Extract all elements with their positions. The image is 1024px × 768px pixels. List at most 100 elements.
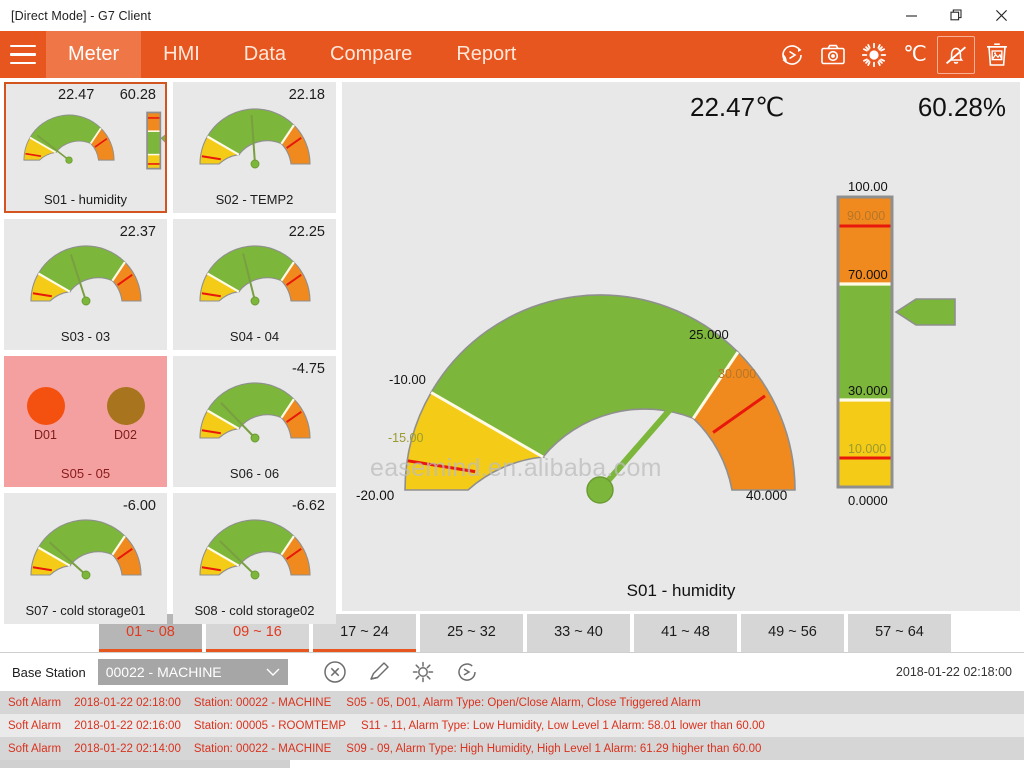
status-bar: Base Station 00022 - MACHINE [0,653,1024,691]
delete-image-icon-glyph [986,43,1008,67]
sync-icon[interactable] [454,659,480,685]
sensor-card-3-body [6,221,165,330]
sensor-1-bar-svg [142,109,167,171]
status-led-d01 [27,387,65,425]
main-linear-bar-gauge: 100.00 90.000 70.000 30.000 10.000 0.000… [820,177,980,522]
camera-icon[interactable] [814,36,852,74]
radial-gauge-svg: -20.00 -10.00 -15.00 25.000 30.000 40.00… [342,112,862,612]
bar-label-hi-alarm: 90.000 [847,209,885,223]
bar-label-hi-ok: 70.000 [848,267,888,282]
mini-gauge-holder [180,371,330,462]
alarm-severity: Soft Alarm [8,697,61,709]
sensor-1-radial [7,105,130,180]
nav-tab-meter[interactable]: Meter [46,31,141,78]
mini-gauge-holder [4,97,167,188]
sensor-card-3[interactable]: 22.37 S03 - 03 [4,219,167,350]
horizontal-scrollbar[interactable] [0,760,1024,768]
sensor-card-7[interactable]: -6.00 S07 - cold storage01 [4,493,167,624]
sensor-card-6-body [175,358,334,467]
cancel-icon[interactable] [322,659,348,685]
sensor-3-hub [82,297,90,305]
sensor-8-radial [180,508,330,599]
brightness-icon[interactable] [855,36,893,74]
sensor-card-2-body [175,84,334,193]
alarm-station: Station: 00022 - MACHINE [194,743,331,755]
mini-gauge-holder [11,508,161,599]
digital-indicator-D01: D01 [27,387,65,442]
hamburger-menu-icon[interactable] [0,31,46,78]
sensor-card-1-body [6,84,165,193]
minimize-button[interactable] [889,0,934,31]
temperature-unit-icon[interactable]: ℃ [896,36,934,74]
sensor-card-4[interactable]: 22.25 S04 - 04 [173,219,336,350]
gauge-label-high-ok: 25.000 [689,327,729,342]
main-panel-title: S01 - humidity [342,581,1020,601]
sensor-card-5[interactable]: D01 D02 S05 - 05 [4,356,167,487]
page-tab-41-48[interactable]: 41 ~ 48 [634,614,737,652]
sensor-4-hub [251,297,259,305]
nav-tab-report[interactable]: Report [434,31,538,78]
camera-icon-glyph [821,44,845,66]
edit-icon[interactable] [366,659,392,685]
mute-alarm-icon[interactable] [937,36,975,74]
window-controls [889,0,1024,31]
sensor-card-8[interactable]: -6.62 S08 - cold storage02 [173,493,336,624]
alarm-log-table[interactable]: Soft Alarm 2018-01-22 02:18:00 Station: 00… [0,691,1024,760]
window-title: [Direct Mode] - G7 Client [0,9,151,23]
main-navbar: MeterHMIDataCompareReport ℃ [0,31,1024,78]
sensor-card-2[interactable]: 22.18 S02 - TEMP2 [173,82,336,213]
sensor-card-5-label: S05 - 05 [6,467,165,485]
sensor-card-2-label: S02 - TEMP2 [175,193,334,211]
sensor-6-hub [251,434,259,442]
settings-icon[interactable] [410,659,436,685]
mini-gauge-holder [180,234,330,325]
sensor-8-gauge-svg [180,508,330,594]
sensor-card-6[interactable]: -4.75 S06 - 06 [173,356,336,487]
main-humidity-readout: 60.28% [918,92,1006,123]
sync-icon-glyph [780,43,804,67]
sensor-3-radial [11,234,161,325]
alarm-detail: S09 - 09, Alarm Type: High Humidity, Hig… [346,743,761,755]
nav-tab-compare[interactable]: Compare [308,31,434,78]
bar-label-min: 0.0000 [848,493,888,508]
alarm-log-row[interactable]: Soft Alarm2018-01-22 02:16:00Station: 00… [0,714,1024,737]
sensor-3-gauge-svg [11,234,161,320]
bar-gauge-svg: 100.00 90.000 70.000 30.000 10.000 0.000… [820,177,980,517]
close-button[interactable] [979,0,1024,31]
nav-tab-data[interactable]: Data [222,31,308,78]
status-timestamp: 2018-01-22 02:18:00 [896,665,1012,679]
alarm-log-row[interactable]: Soft Alarm2018-01-22 02:18:00Station: 00… [0,691,1024,714]
base-station-select[interactable]: 00022 - MACHINE [98,659,288,685]
sensor-card-1[interactable]: 22.4760.28 S01 - humidity [4,82,167,213]
sensor-7-radial [11,508,161,599]
mute-alarm-icon-glyph [944,43,968,67]
page-tab-33-40[interactable]: 33 ~ 40 [527,614,630,652]
restore-button[interactable] [934,0,979,31]
gauge-label-min: -20.00 [356,488,394,503]
sensor-card-7-label: S07 - cold storage01 [6,604,165,622]
sensor-6-gauge-svg [180,371,330,457]
page-tab-49-56[interactable]: 49 ~ 56 [741,614,844,652]
sensor-card-6-label: S06 - 06 [175,467,334,485]
app-window: [Direct Mode] - G7 Client [0,0,1024,768]
alarm-time: 2018-01-22 02:14:00 [74,743,181,755]
sensor-6-radial [180,371,330,462]
sensor-4-radial [180,234,330,325]
bar-label-lo-alarm: 10.000 [848,442,886,456]
close-icon [995,9,1008,22]
alarm-detail: S05 - 05, D01, Alarm Type: Open/Close Al… [346,697,701,709]
scrollbar-thumb[interactable] [0,760,290,768]
sync-icon[interactable] [773,36,811,74]
page-tab-25-32[interactable]: 25 ~ 32 [420,614,523,652]
nav-tab-hmi[interactable]: HMI [141,31,222,78]
alarm-time: 2018-01-22 02:18:00 [74,697,181,709]
status-bar-actions [322,659,480,685]
gauge-hub [587,477,613,503]
alarm-time: 2018-01-22 02:16:00 [74,720,181,732]
digital-indicator-D02: D02 [107,387,145,442]
alarm-log-row[interactable]: Soft Alarm2018-01-22 02:14:00Station: 00… [0,737,1024,760]
page-tab-57-64[interactable]: 57 ~ 64 [848,614,951,652]
sensor-card-3-label: S03 - 03 [6,330,165,348]
delete-image-icon[interactable] [978,36,1016,74]
main-meter-panel[interactable]: 22.47℃ 60.28% [342,82,1020,611]
